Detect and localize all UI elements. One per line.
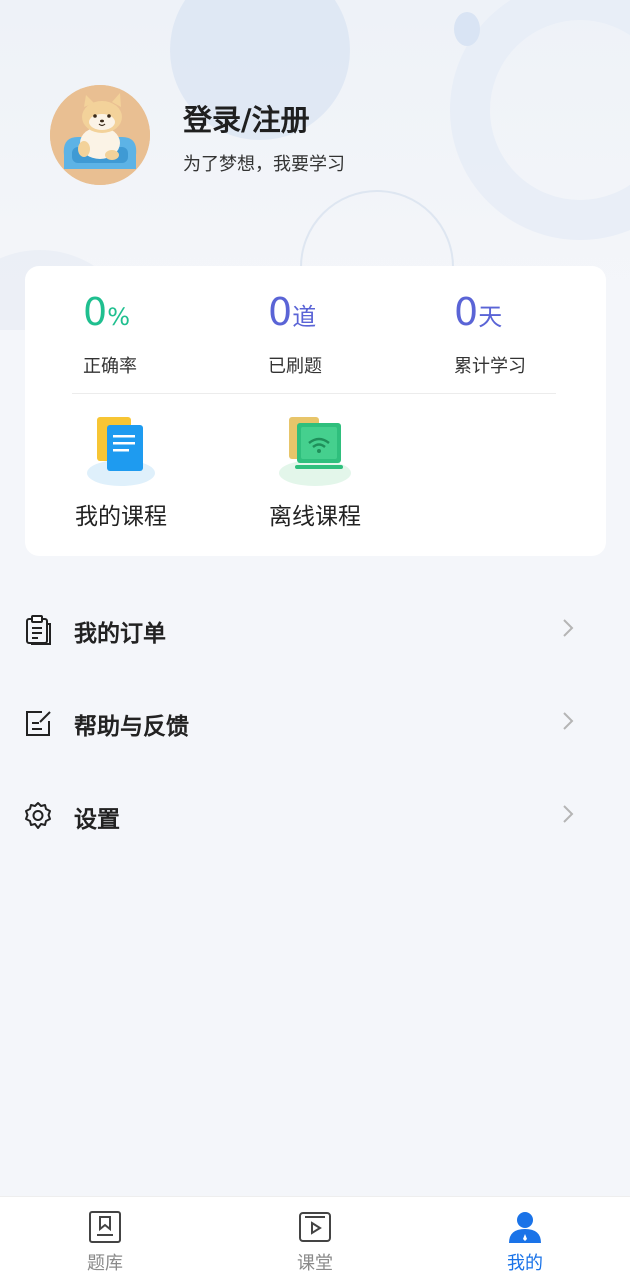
stat-label: 已刷题: [268, 356, 322, 377]
stat-value: 0: [83, 290, 108, 334]
tab-question-bank[interactable]: 题库: [65, 1209, 145, 1275]
question-bank-icon: [87, 1209, 123, 1245]
menu-item-label: 我的订单: [74, 621, 166, 647]
chevron-right-icon: [562, 711, 574, 731]
classroom-play-icon: [297, 1209, 333, 1245]
study-stats-card: 0% 正确率 0道 已刷题 0天 累计学习 我的课程 离线课程: [25, 266, 606, 556]
stat-accuracy: 0% 正确率: [83, 290, 137, 377]
tab-label: 我的: [507, 1253, 543, 1274]
offline-courses-label: 离线课程: [269, 504, 361, 530]
menu-item-label: 设置: [74, 807, 120, 833]
stat-label: 正确率: [83, 356, 137, 377]
stat-questions-done: 0道 已刷题: [268, 290, 322, 377]
my-courses-label: 我的课程: [75, 504, 167, 530]
stat-unit: 道: [292, 303, 317, 331]
avatar[interactable]: [50, 85, 150, 185]
stat-value: 0: [268, 290, 293, 334]
user-profile-icon: [507, 1209, 543, 1245]
tab-mine[interactable]: 我的: [485, 1209, 565, 1275]
profile-slogan: 为了梦想，我要学习: [183, 154, 345, 175]
stat-study-days: 0天 累计学习: [454, 290, 526, 377]
course-books-icon: [81, 411, 161, 489]
decor-bubble: [454, 12, 480, 46]
bottom-tab-bar: 题库 课堂 我的: [0, 1196, 630, 1281]
card-divider: [72, 393, 556, 394]
stat-label: 累计学习: [454, 356, 526, 377]
tab-label: 课堂: [297, 1253, 333, 1274]
chevron-right-icon: [562, 618, 574, 638]
my-courses-button[interactable]: 我的课程: [61, 411, 181, 531]
stat-unit: %: [107, 303, 130, 331]
tab-label: 题库: [87, 1253, 123, 1274]
stat-value: 0: [454, 290, 479, 334]
tab-classroom[interactable]: 课堂: [275, 1209, 355, 1275]
order-list-icon: [22, 614, 54, 646]
login-register-title[interactable]: 登录/注册: [183, 97, 310, 139]
feedback-edit-icon: [22, 707, 54, 739]
menu-item-help-feedback[interactable]: 帮助与反馈: [0, 677, 630, 769]
shiba-avatar-icon: [50, 85, 150, 185]
offline-download-icon: [275, 411, 355, 489]
settings-gear-icon: [22, 800, 54, 832]
menu-item-settings[interactable]: 设置: [0, 770, 630, 862]
menu-item-label: 帮助与反馈: [74, 714, 189, 740]
stat-unit: 天: [478, 303, 503, 331]
chevron-right-icon: [562, 804, 574, 824]
menu-item-my-orders[interactable]: 我的订单: [0, 584, 630, 676]
offline-courses-button[interactable]: 离线课程: [255, 411, 375, 531]
